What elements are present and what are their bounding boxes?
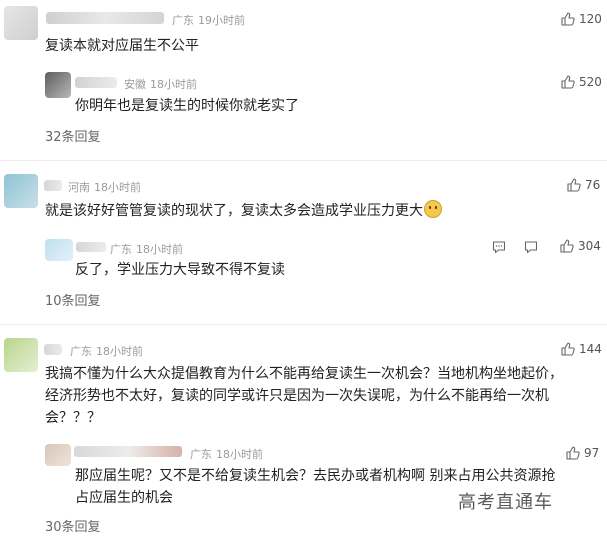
username-blurred[interactable] bbox=[44, 180, 62, 191]
location: 广东 bbox=[172, 14, 194, 27]
username-blurred[interactable] bbox=[44, 344, 62, 355]
location: 安徽 bbox=[124, 78, 146, 91]
view-replies-link[interactable]: 30条回复 bbox=[45, 516, 101, 535]
avatar[interactable] bbox=[4, 6, 38, 40]
like-button[interactable]: 144 bbox=[561, 342, 602, 356]
timestamp: 18小时前 bbox=[136, 243, 183, 256]
comment-meta: 河南 18小时前 bbox=[68, 179, 141, 195]
divider bbox=[0, 160, 607, 161]
location: 广东 bbox=[110, 243, 132, 256]
timestamp: 18小时前 bbox=[96, 345, 143, 358]
thumbs-up-icon bbox=[561, 342, 575, 356]
like-button[interactable]: 304 bbox=[560, 239, 601, 253]
thumbs-up-icon bbox=[560, 239, 574, 253]
avatar[interactable] bbox=[45, 444, 71, 466]
view-replies-link[interactable]: 10条回复 bbox=[45, 290, 101, 309]
reply-meta: 安徽 18小时前 bbox=[124, 76, 197, 92]
like-count: 76 bbox=[585, 178, 601, 192]
timestamp: 19小时前 bbox=[198, 14, 245, 27]
username-blurred[interactable] bbox=[75, 77, 117, 88]
comment-text: 就是该好好管管复读的现状了，复读太多会造成学业压力更大 bbox=[45, 200, 442, 221]
location: 河南 bbox=[68, 181, 90, 194]
like-count: 144 bbox=[579, 342, 602, 356]
like-count: 520 bbox=[579, 75, 602, 89]
reply-meta: 广东 18小时前 bbox=[190, 446, 263, 462]
like-count: 304 bbox=[578, 239, 601, 253]
timestamp: 18小时前 bbox=[216, 448, 263, 461]
username-blurred[interactable] bbox=[74, 446, 182, 457]
reply-text-line: 占应届生的机会 bbox=[75, 490, 173, 506]
comment-meta: 广东 18小时前 bbox=[70, 343, 143, 359]
location: 广东 bbox=[70, 345, 92, 358]
like-count: 120 bbox=[579, 12, 602, 26]
reply-text: 反了，学业压力大导致不得不复读 bbox=[75, 262, 285, 278]
avatar[interactable] bbox=[45, 72, 71, 98]
comment-text-body: 就是该好好管管复读的现状了，复读太多会造成学业压力更大 bbox=[45, 203, 423, 219]
timestamp: 18小时前 bbox=[150, 78, 197, 91]
comment-meta: 广东 19小时前 bbox=[172, 12, 245, 28]
avatar[interactable] bbox=[45, 239, 73, 261]
comment-text-line: 我搞不懂为什么大众提倡教育为什么不能再给复读生一次机会？当地机构坐地起价， bbox=[45, 366, 563, 382]
avatar[interactable] bbox=[4, 338, 38, 372]
thumbs-up-icon bbox=[561, 12, 575, 26]
comment-text: 复读本就对应届生不公平 bbox=[45, 38, 199, 54]
thumbs-up-icon bbox=[567, 178, 581, 192]
view-replies-link[interactable]: 32条回复 bbox=[45, 126, 101, 145]
comment-text-line: 会？？？ bbox=[45, 410, 101, 426]
comment-bubble-icon[interactable] bbox=[524, 240, 538, 254]
timestamp: 18小时前 bbox=[94, 181, 141, 194]
watermark-text: 高考直通车 bbox=[458, 492, 553, 513]
comment-text-line: 经济形势也不太好，复读的同学或许只是因为一次失误呢，为什么不能再给一次机 bbox=[45, 388, 549, 404]
like-button[interactable]: 520 bbox=[561, 75, 602, 89]
username-blurred[interactable] bbox=[76, 242, 106, 252]
reply-text-line: 那应届生呢？又不是不给复读生机会？去民办或者机构啊 别来占用公共资源抢 bbox=[75, 468, 556, 484]
username-blurred[interactable] bbox=[46, 12, 164, 24]
like-count: 97 bbox=[584, 446, 600, 460]
thumbs-up-icon bbox=[566, 446, 580, 460]
like-button[interactable]: 97 bbox=[566, 446, 599, 460]
location: 广东 bbox=[190, 448, 212, 461]
comment-bubble-icon[interactable] bbox=[492, 240, 506, 254]
divider bbox=[0, 324, 607, 325]
thumbs-up-icon bbox=[561, 75, 575, 89]
smiling-face-emoji-icon bbox=[424, 200, 442, 218]
reply-text: 你明年也是复读生的时候你就老实了 bbox=[75, 98, 299, 114]
like-button[interactable]: 120 bbox=[561, 12, 602, 26]
avatar[interactable] bbox=[4, 174, 38, 208]
reply-meta: 广东 18小时前 bbox=[110, 241, 183, 257]
like-button[interactable]: 76 bbox=[567, 178, 600, 192]
